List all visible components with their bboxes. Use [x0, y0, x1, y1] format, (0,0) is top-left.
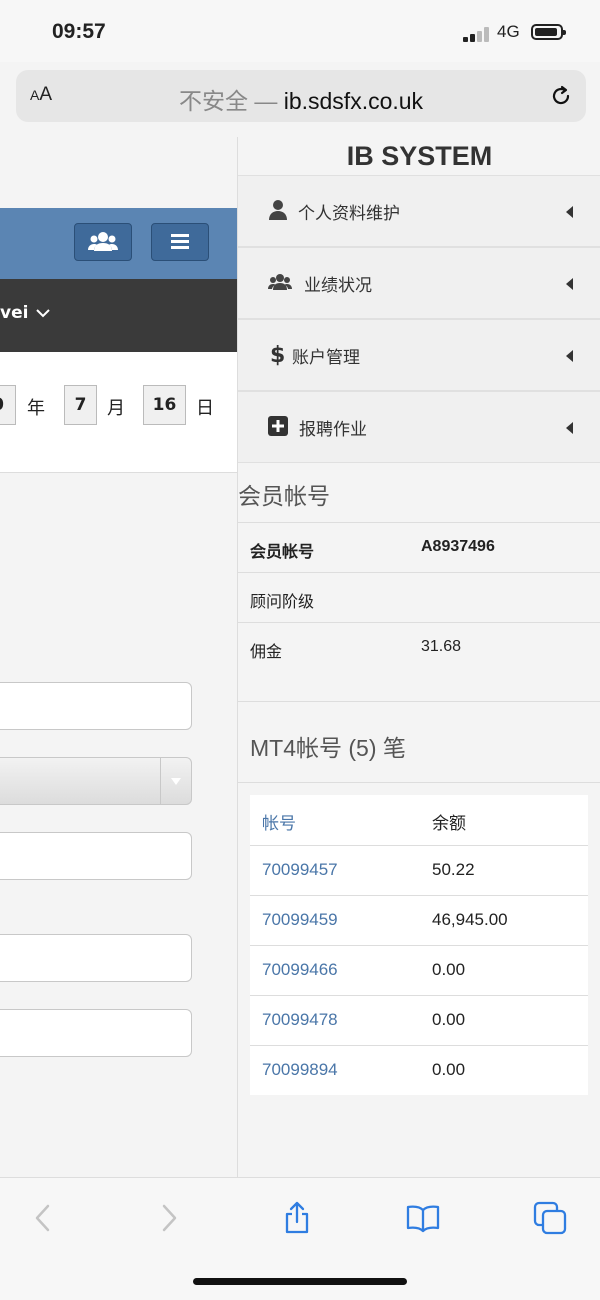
member-row: 佣金 31.68 [238, 622, 600, 702]
caret-left-icon [566, 278, 573, 290]
day-input[interactable]: 16 [143, 385, 186, 425]
svg-text:$: $ [270, 343, 285, 366]
form-field-3[interactable] [0, 934, 192, 982]
menu-label: 账户管理 [292, 348, 360, 368]
row-value: 31.68 [421, 638, 462, 655]
sidebar-panel: IB SYSTEM 个人资料维护 业绩状况 $ 账户管理 报聘作业 会员帐号 会… [237, 137, 600, 1177]
account-link[interactable]: 70099457 [262, 860, 338, 880]
date-selector: 0 年 7 月 16 日 [0, 352, 237, 473]
system-title: IB SYSTEM [346, 141, 493, 171]
balance-value: 0.00 [432, 1010, 466, 1029]
column-header: 余额 [432, 814, 466, 833]
column-header[interactable]: 帐号 [262, 809, 296, 834]
menu-label: 报聘作业 [299, 420, 367, 440]
plus-square-icon [268, 416, 288, 436]
status-bar: 09:57 4G [0, 0, 600, 62]
balance-value: 46,945.00 [432, 910, 508, 929]
row-label: 顾问阶级 [250, 592, 315, 611]
hamburger-icon [171, 234, 189, 249]
menu-item-application[interactable]: 报聘作业 [238, 391, 600, 463]
home-indicator [193, 1278, 407, 1285]
mt4-section-heading: MT4帐号 (5) 笔 [250, 735, 406, 761]
menu-label: 业绩状况 [304, 276, 372, 296]
day-label: 日 [196, 398, 214, 419]
month-input[interactable]: 7 [64, 385, 97, 425]
network-type: 4G [497, 22, 520, 41]
dollar-icon: $ [270, 343, 285, 366]
table-row: 70099457 50.22 [250, 845, 588, 895]
year-input[interactable]: 0 [0, 385, 16, 425]
share-icon[interactable] [279, 1200, 315, 1236]
caret-left-icon [566, 206, 573, 218]
balance-value: 0.00 [432, 1060, 466, 1079]
row-value: A8937496 [421, 538, 495, 555]
tabs-icon[interactable] [532, 1200, 568, 1236]
reload-icon[interactable] [549, 84, 573, 108]
users-icon [268, 274, 292, 290]
table-header: 帐号 余额 [250, 795, 588, 845]
users-icon [88, 232, 118, 251]
user-icon [269, 200, 287, 220]
address-bar[interactable]: AA 不安全 — ib.sdsfx.co.uk [16, 70, 586, 122]
url-domain: ib.sdsfx.co.uk [283, 88, 424, 114]
table-row: 70099466 0.00 [250, 945, 588, 995]
signal-icon [463, 26, 493, 42]
table-row: 70099459 46,945.00 [250, 895, 588, 945]
table-row: 70099894 0.00 [250, 1045, 588, 1095]
user-menu[interactable]: vei [0, 303, 51, 323]
header-bar [0, 208, 237, 279]
row-label: 会员帐号 [250, 542, 315, 561]
left-panel: vei 0 年 7 月 16 日 [0, 137, 237, 1177]
menu-item-profile[interactable]: 个人资料维护 [238, 175, 600, 247]
chevron-down-icon [36, 309, 51, 318]
form-field-2[interactable] [0, 832, 192, 880]
balance-value: 0.00 [432, 960, 466, 979]
member-section-heading: 会员帐号 [238, 484, 330, 510]
bookmarks-icon[interactable] [405, 1200, 441, 1236]
month-label: 月 [107, 398, 125, 419]
dropdown-arrow-icon [160, 758, 191, 804]
account-link[interactable]: 70099894 [262, 1060, 338, 1080]
menu-item-performance[interactable]: 业绩状况 [238, 247, 600, 319]
form-field-1[interactable] [0, 682, 192, 730]
form-select[interactable] [0, 757, 192, 805]
battery-icon [531, 24, 566, 40]
user-bar: vei [0, 279, 237, 352]
member-row: 会员帐号 A8937496 [238, 522, 600, 572]
menu-toggle-button[interactable] [151, 223, 209, 261]
menu-item-accounts[interactable]: $ 账户管理 [238, 319, 600, 391]
back-icon[interactable] [26, 1200, 62, 1236]
forward-icon[interactable] [150, 1200, 186, 1236]
account-link[interactable]: 70099459 [262, 910, 338, 930]
divider [238, 782, 600, 783]
account-link[interactable]: 70099478 [262, 1010, 338, 1030]
row-label: 佣金 [250, 642, 283, 661]
form-field-4[interactable] [0, 1009, 192, 1057]
url-text[interactable]: 不安全 — ib.sdsfx.co.uk [16, 82, 586, 116]
caret-left-icon [566, 350, 573, 362]
year-label: 年 [27, 398, 45, 419]
member-row: 顾问阶级 [238, 572, 600, 622]
account-link[interactable]: 70099466 [262, 960, 338, 980]
balance-value: 50.22 [432, 860, 475, 879]
status-time: 09:57 [52, 20, 106, 43]
mt4-table: 帐号 余额 70099457 50.22 70099459 46,945.00 … [250, 795, 588, 1095]
menu-label: 个人资料维护 [298, 204, 400, 224]
caret-left-icon [566, 422, 573, 434]
group-button[interactable] [74, 223, 132, 261]
table-row: 70099478 0.00 [250, 995, 588, 1045]
user-name: vei [0, 303, 29, 323]
insecure-label: 不安全 — [178, 88, 278, 114]
